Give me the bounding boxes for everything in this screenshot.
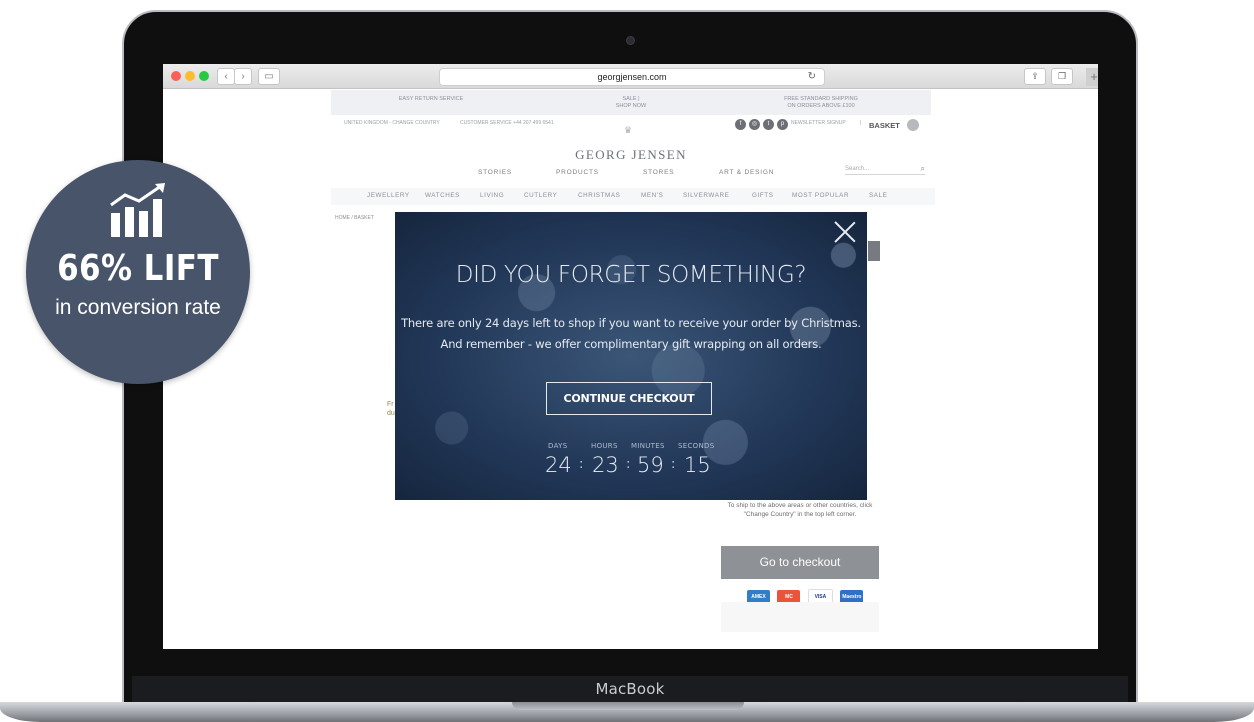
brand-logo[interactable]: GEORG JENSEN (563, 147, 699, 163)
cat-watches[interactable]: WATCHES (425, 192, 460, 199)
promo-returns[interactable]: EASY RETURN SERVICE (351, 96, 511, 103)
info-box (721, 602, 879, 632)
forward-icon[interactable]: › (234, 68, 252, 85)
badge-subtitle: in conversion rate (55, 296, 221, 319)
cat-gifts[interactable]: GIFTS (752, 192, 774, 199)
countdown-separator: : (626, 457, 631, 472)
cat-silverware[interactable]: SILVERWARE (683, 192, 729, 199)
laptop-chin: MacBook (132, 676, 1128, 702)
screen: ‹ › ▭ georgjensen.com ↻ ⇪ ❐ + EASY RETUR… (163, 64, 1098, 649)
newsletter-link[interactable]: NEWSLETTER SIGNUP (791, 120, 846, 126)
promo-shipping[interactable]: FREE STANDARD SHIPPING ON ORDERS ABOVE £… (731, 96, 911, 110)
basket-count-badge[interactable] (907, 119, 919, 131)
countdown-hours: 23 (592, 453, 619, 477)
countdown-days-label: DAYS (548, 442, 568, 450)
facebook-icon[interactable]: f (735, 119, 746, 130)
tabs-icon[interactable]: ❐ (1051, 68, 1073, 85)
maximize-window-button[interactable] (199, 71, 209, 81)
growth-chart-icon (110, 183, 165, 237)
modal-body-line2: And remember - we offer complimentary gi… (440, 337, 822, 351)
reload-icon[interactable]: ↻ (808, 69, 816, 85)
cat-sale[interactable]: SALE (869, 192, 888, 199)
pinterest-icon[interactable]: p (777, 119, 788, 130)
countdown-separator: : (671, 457, 676, 472)
cat-cutlery[interactable]: CUTLERY (524, 192, 557, 199)
share-icon[interactable]: ⇪ (1024, 68, 1046, 85)
back-icon[interactable]: ‹ (217, 68, 235, 85)
countdown-minutes: 59 (637, 453, 664, 477)
laptop-notch (512, 702, 744, 710)
cat-mens[interactable]: MEN'S (641, 192, 663, 199)
address-bar[interactable]: georgjensen.com ↻ (439, 68, 825, 86)
customer-service-text: CUSTOMER SERVICE +44 207 499 6541 (460, 120, 554, 126)
browser-toolbar: ‹ › ▭ georgjensen.com ↻ ⇪ ❐ + (163, 64, 1098, 89)
continue-checkout-button[interactable]: CONTINUE CHECKOUT (546, 382, 712, 415)
countdown-minutes-label: MINUTES (631, 442, 665, 450)
breadcrumb[interactable]: HOME / BASKET (335, 215, 374, 221)
modal-body: There are only 24 days left to shop if y… (395, 313, 867, 355)
countdown-seconds-label: SECONDS (678, 442, 715, 450)
util-divider: | (860, 120, 862, 126)
partial-text-line1: Fr (387, 401, 394, 408)
promo-sale-line1: SALE | (622, 96, 640, 102)
sidebar-icon[interactable]: ▭ (258, 68, 280, 85)
modal-body-line1: There are only 24 days left to shop if y… (401, 316, 861, 330)
nav-stories[interactable]: STORIES (478, 169, 512, 176)
countdown-seconds: 15 (684, 453, 711, 477)
instagram-icon[interactable]: ◎ (749, 119, 760, 130)
partial-text-line2: du (387, 410, 395, 417)
go-to-checkout-button[interactable]: Go to checkout (721, 546, 879, 579)
countdown-separator: : (579, 457, 584, 472)
twitter-icon[interactable]: t (763, 119, 774, 130)
url-text: georgjensen.com (597, 72, 667, 82)
search-input[interactable]: Search... ⌕ (845, 164, 925, 175)
close-window-button[interactable] (171, 71, 181, 81)
crown-logo-icon: ♛ (624, 125, 633, 135)
nav-products[interactable]: PRODUCTS (556, 169, 599, 176)
promo-shipping-line2: ON ORDERS ABOVE £100 (787, 103, 855, 109)
promo-shipping-line1: FREE STANDARD SHIPPING (784, 96, 858, 102)
countdown-hours-label: HOURS (591, 442, 618, 450)
shipping-note: To ship to the above areas or other coun… (727, 502, 873, 518)
search-placeholder: Search... (845, 166, 870, 172)
basket-link[interactable]: BASKET (869, 121, 900, 130)
promo-sale-line2: SHOP NOW (615, 103, 647, 109)
minimize-window-button[interactable] (185, 71, 195, 81)
cat-most-popular[interactable]: MOST POPULAR (792, 192, 849, 199)
conversion-lift-badge: 66% LIFT in conversion rate (26, 160, 250, 384)
promo-bar: EASY RETURN SERVICE SALE | SHOP NOW FREE… (331, 90, 931, 115)
laptop-label: MacBook (595, 680, 665, 698)
camera (626, 36, 635, 45)
nav-art-design[interactable]: ART & DESIGN (719, 169, 774, 176)
change-country-link[interactable]: UNITED KINGDOM - CHANGE COUNTRY (344, 120, 440, 126)
nav-stores[interactable]: STORES (643, 169, 674, 176)
exit-intent-modal: DID YOU FORGET SOMETHING? There are only… (395, 212, 867, 500)
cat-living[interactable]: LIVING (480, 192, 504, 199)
cat-christmas[interactable]: CHRISTMAS (578, 192, 620, 199)
cat-jewellery[interactable]: JEWELLERY (367, 192, 410, 199)
badge-title: 66% LIFT (57, 248, 219, 289)
partial-text: Fr du (387, 400, 395, 418)
new-tab-icon[interactable]: + (1086, 68, 1098, 86)
modal-title: DID YOU FORGET SOMETHING? (455, 262, 807, 288)
countdown-days: 24 (545, 453, 572, 477)
category-nav: JEWELLERY WATCHES LIVING CUTLERY CHRISTM… (331, 188, 935, 205)
close-icon[interactable] (833, 220, 857, 244)
search-icon[interactable]: ⌕ (921, 164, 925, 174)
side-button[interactable] (868, 241, 880, 261)
promo-sale[interactable]: SALE | SHOP NOW (581, 96, 681, 110)
